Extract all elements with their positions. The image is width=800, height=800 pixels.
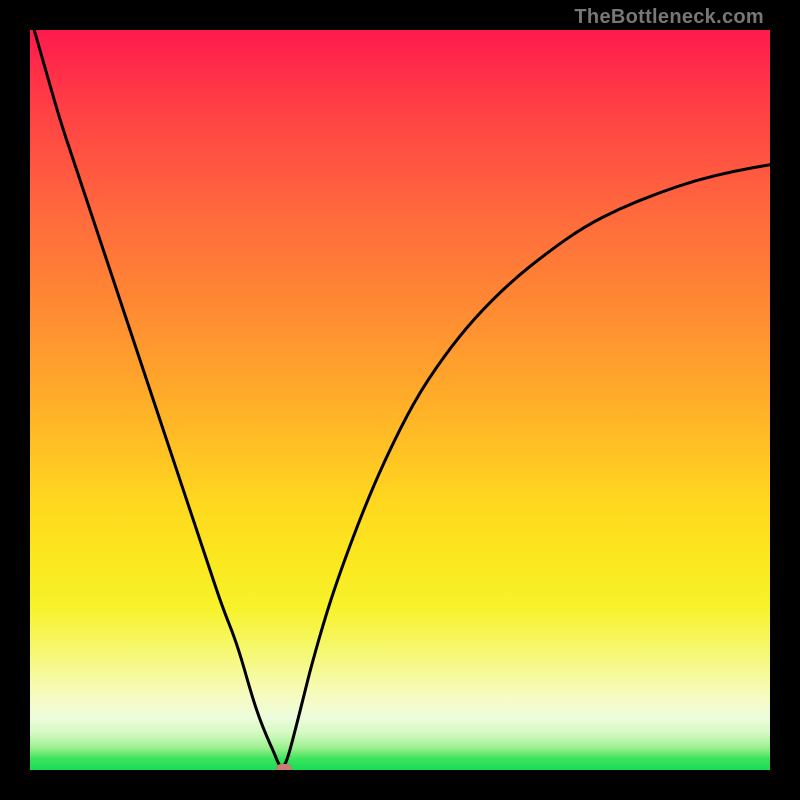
plot-area [30, 30, 770, 770]
chart-frame: TheBottleneck.com [0, 0, 800, 800]
curve-minimum-marker [276, 764, 292, 770]
watermark-text: TheBottleneck.com [574, 6, 764, 29]
curve-path [30, 30, 770, 767]
bottleneck-curve [30, 30, 770, 770]
